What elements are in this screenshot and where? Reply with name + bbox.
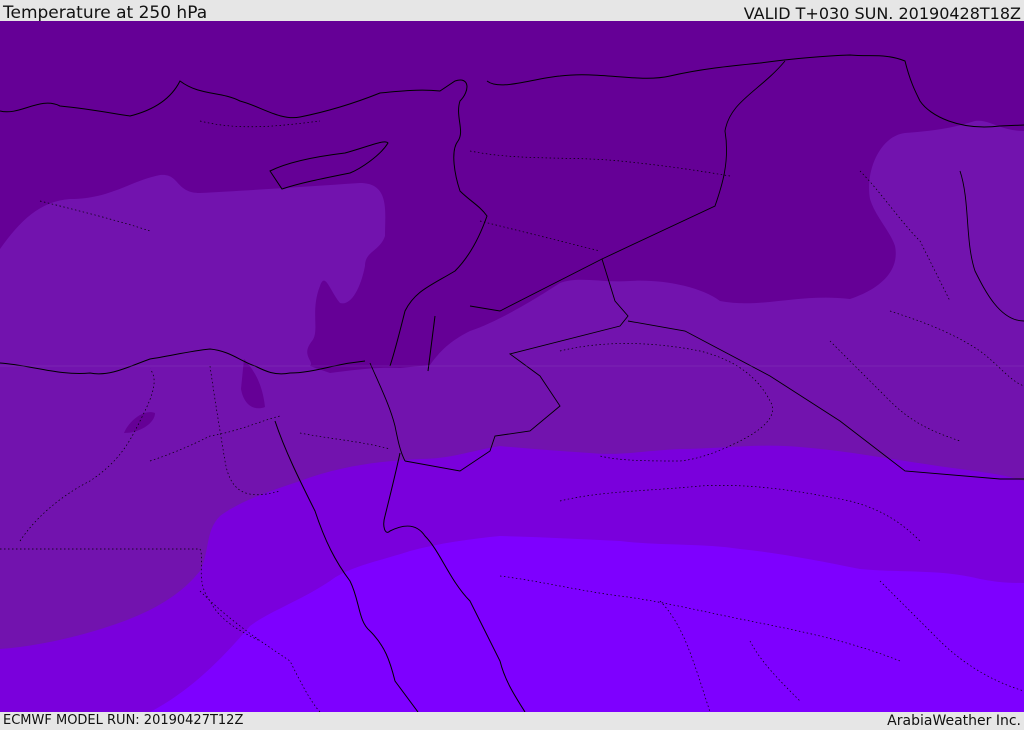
map-canvas (0, 21, 1024, 712)
map-title: Temperature at 250 hPa (3, 3, 208, 23)
footer-bar: ECMWF MODEL RUN: 20190427T12Z ArabiaWeat… (0, 712, 1024, 729)
weather-map[interactable] (0, 21, 1024, 712)
model-run-label: ECMWF MODEL RUN: 20190427T12Z (3, 713, 244, 728)
header-bar: Temperature at 250 hPa VALID T+030 SUN. … (0, 0, 1024, 23)
credit-label: ArabiaWeather Inc. (887, 713, 1021, 729)
